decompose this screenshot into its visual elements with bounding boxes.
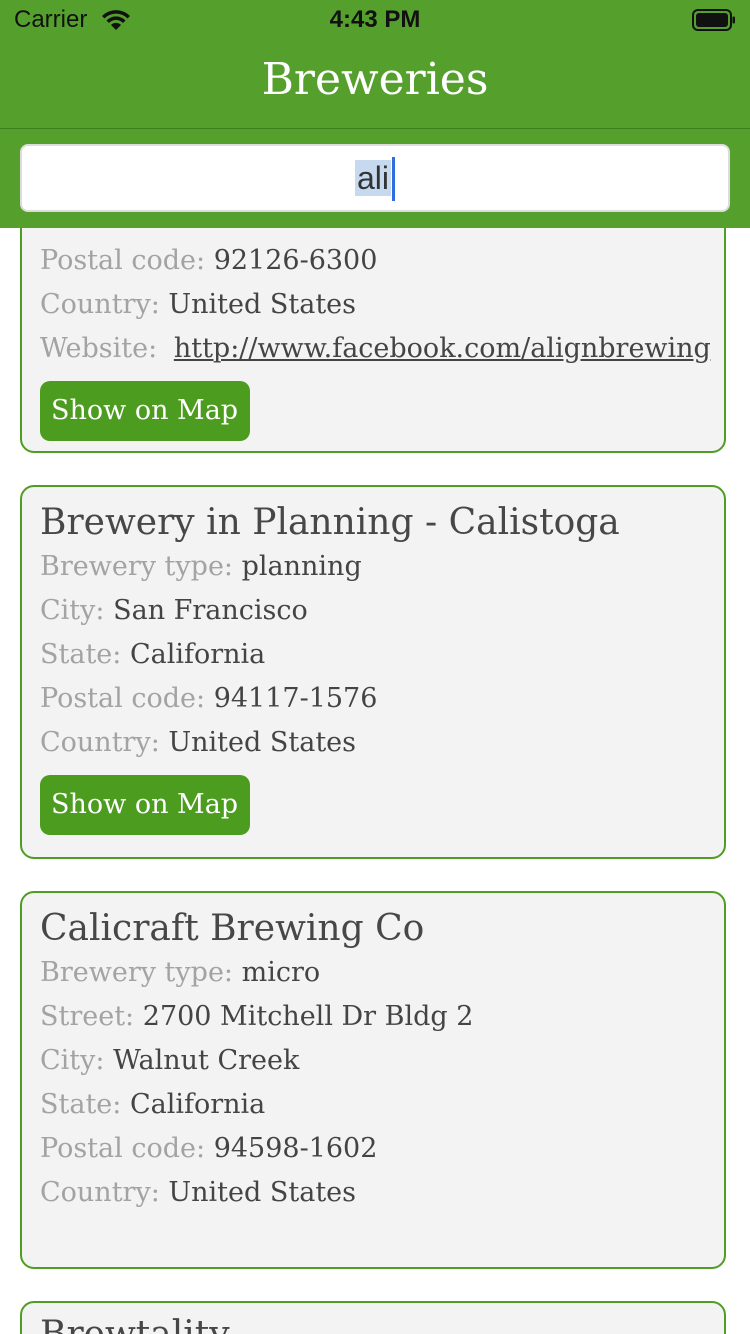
city-row: City: San Francisco [40, 589, 706, 633]
text-caret [392, 156, 395, 201]
show-on-map-button[interactable]: Show on Map [40, 381, 250, 441]
status-time: 4:43 PM [329, 6, 421, 33]
status-bar: Carrier 4:43 PM [0, 0, 750, 40]
postal-code-value: 94598-1602 [213, 1133, 378, 1164]
website-label: Website: [40, 333, 158, 364]
country-value: United States [168, 727, 357, 758]
country-label: Country: [40, 727, 160, 758]
show-on-map-button[interactable]: Show on Map [40, 775, 250, 835]
nav-divider [0, 128, 750, 129]
state-row: State: California [40, 1083, 706, 1127]
street-row: Street: 2700 Mitchell Dr Bldg 2 [40, 995, 706, 1039]
state-label: State: [40, 639, 122, 670]
postal-code-row: Postal code: 94598-1602 [40, 1127, 706, 1171]
state-label: State: [40, 1089, 122, 1120]
postal-code-value: 92126-6300 [213, 245, 378, 276]
brewery-card: Brewtality [20, 1301, 726, 1334]
brewery-type-label: Brewery type: [40, 957, 234, 988]
city-value: San Francisco [113, 595, 308, 626]
country-row: Country: United States [40, 1171, 706, 1215]
search-input-value: ali [354, 160, 391, 196]
street-value: 2700 Mitchell Dr Bldg 2 [142, 1001, 474, 1032]
brewery-card: Brewery in Planning - Calistoga Brewery … [20, 485, 726, 859]
city-row: City: Walnut Creek [40, 1039, 706, 1083]
state-value: California [129, 639, 266, 670]
brewery-type-row: Brewery type: planning [40, 545, 706, 589]
postal-code-row: Postal code: 92126-6300 [40, 239, 706, 283]
country-value: United States [168, 1177, 357, 1208]
brewery-name: Brewery in Planning - Calistoga [40, 502, 620, 543]
country-row: Country: United States [40, 721, 706, 765]
city-label: City: [40, 1045, 105, 1076]
website-row: Website: http://www.facebook.com/alignbr… [40, 327, 711, 371]
street-label: Street: [40, 1001, 135, 1032]
country-label: Country: [40, 1177, 160, 1208]
battery-icon [692, 9, 735, 31]
country-row: Country: United States [40, 283, 706, 327]
brewery-type-value: micro [241, 957, 321, 988]
brewery-type-value: planning [241, 551, 362, 582]
brewery-name: Brewtality [40, 1303, 706, 1334]
brewery-type-row: Brewery type: micro [40, 951, 706, 995]
state-row: State: California [40, 633, 706, 677]
country-value: United States [168, 289, 357, 320]
postal-code-label: Postal code: [40, 1133, 206, 1164]
screen: Postal code: 92126-6300 Country: United … [0, 0, 750, 1334]
search-input[interactable]: ali [20, 144, 730, 212]
postal-code-row: Postal code: 94117-1576 [40, 677, 706, 721]
country-label: Country: [40, 289, 160, 320]
website-link[interactable]: http://www.facebook.com/alignbrewing [174, 333, 711, 364]
state-value: California [129, 1089, 266, 1120]
postal-code-label: Postal code: [40, 245, 206, 276]
city-label: City: [40, 595, 105, 626]
page-title: Breweries [261, 54, 489, 105]
postal-code-value: 94117-1576 [213, 683, 378, 714]
brewery-name: Calicraft Brewing Co [40, 908, 425, 949]
brewery-type-label: Brewery type: [40, 551, 234, 582]
brewery-card: Calicraft Brewing Co Brewery type: micro… [20, 891, 726, 1269]
header: Carrier 4:43 PM Breweries ali [0, 0, 750, 228]
postal-code-label: Postal code: [40, 683, 206, 714]
city-value: Walnut Creek [113, 1045, 300, 1076]
